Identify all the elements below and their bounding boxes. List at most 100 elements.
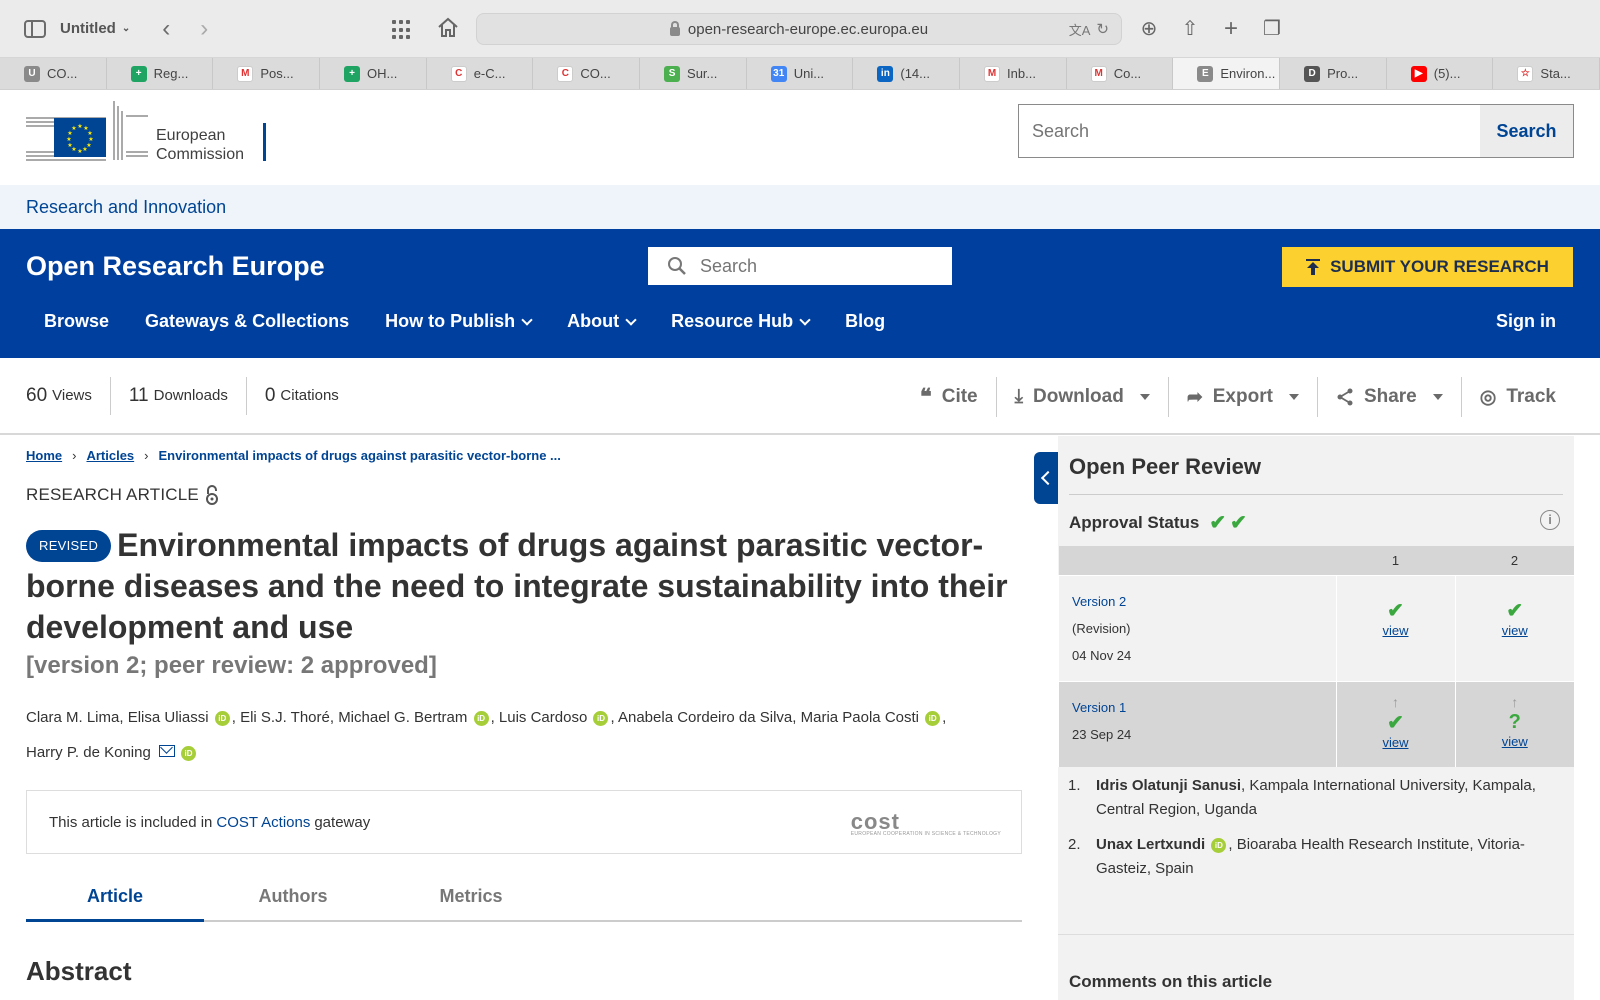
- orcid-icon[interactable]: iD: [214, 711, 230, 726]
- gateway-box: This article is included in COST Actions…: [26, 790, 1022, 854]
- browser-tab[interactable]: S Sur...: [640, 58, 747, 89]
- browser-tab[interactable]: ☆ Sta...: [1493, 58, 1600, 89]
- share-icon[interactable]: ⇧: [1178, 17, 1202, 41]
- orcid-icon[interactable]: iD: [925, 711, 941, 726]
- approval-status: Approval Status ✔ ✔: [1069, 512, 1247, 534]
- window-title[interactable]: Untitled ⌄: [60, 20, 130, 37]
- ec-search-button[interactable]: Search: [1480, 105, 1573, 157]
- tab-metrics[interactable]: Metrics: [382, 874, 560, 920]
- orcid-icon[interactable]: iD: [593, 711, 609, 726]
- chevron-down-icon: ⌄: [121, 23, 131, 34]
- svg-text:★: ★: [66, 136, 71, 143]
- breadcrumb-articles[interactable]: Articles: [86, 448, 134, 463]
- view-report-link[interactable]: view: [1337, 623, 1455, 638]
- collapse-panel-button[interactable]: [1034, 452, 1058, 504]
- ore-search-input[interactable]: [700, 255, 930, 277]
- browser-tab[interactable]: Ce-C...: [427, 58, 534, 89]
- menu-how-to-publish[interactable]: How to Publish: [385, 311, 533, 332]
- browser-tab[interactable]: M Inb...: [960, 58, 1067, 89]
- browser-tab[interactable]: 31 Uni...: [747, 58, 854, 89]
- ore-brand[interactable]: Open Research Europe: [26, 251, 325, 282]
- tab-label: e-C...: [473, 66, 506, 81]
- author-name[interactable]: Maria Paola Costi: [801, 709, 919, 726]
- download-button[interactable]: ⤓ Download: [997, 377, 1169, 417]
- cite-button[interactable]: ❝ Cite: [902, 377, 997, 417]
- address-bar[interactable]: open-research-europe.ec.europa.eu 文A ↻: [476, 13, 1122, 45]
- article-column: Home › Articles › Environmental impacts …: [26, 436, 1022, 987]
- browser-tab[interactable]: C CO...: [533, 58, 641, 89]
- tab-overview-icon[interactable]: ❐: [1260, 17, 1284, 41]
- browser-tab[interactable]: E Environ...: [1173, 58, 1281, 89]
- apps-grid-icon[interactable]: [392, 20, 412, 40]
- menu-blog[interactable]: Blog: [845, 311, 885, 332]
- reviewer-name[interactable]: Idris Olatunji Sanusi: [1096, 777, 1241, 794]
- author-name[interactable]: Michael G. Bertram: [338, 709, 467, 726]
- research-innovation-link[interactable]: Research and Innovation: [26, 197, 226, 218]
- menu-browse[interactable]: Browse: [44, 311, 109, 332]
- author-name[interactable]: Elisa Uliassi: [128, 709, 209, 726]
- views-metric: 60 Views: [0, 376, 111, 415]
- european-commission-logo[interactable]: ★ ★★★★★ ★★★★★★ European Commission: [26, 96, 266, 172]
- sidebar-toggle-icon[interactable]: [24, 19, 46, 38]
- track-button[interactable]: ◎ Track: [1462, 377, 1574, 417]
- author-name[interactable]: Harry P. de Koning: [26, 744, 151, 761]
- author-name[interactable]: Eli S.J. Thoré: [240, 709, 330, 726]
- breadcrumb-current[interactable]: Environmental impacts of drugs against p…: [159, 448, 561, 463]
- share-button[interactable]: Share: [1318, 377, 1462, 417]
- version-cell: Version 2 (Revision) 04 Nov 24: [1058, 574, 1336, 681]
- svg-text:European: European: [156, 127, 225, 144]
- back-arrow-icon[interactable]: ‹: [158, 16, 174, 41]
- question-mark-icon: ?: [1508, 710, 1521, 733]
- author-name[interactable]: Clara M. Lima: [26, 709, 119, 726]
- email-icon[interactable]: [158, 745, 175, 757]
- ore-search-box[interactable]: [648, 247, 952, 285]
- author-name[interactable]: Anabela Cordeiro da Silva: [618, 709, 792, 726]
- cost-logo[interactable]: cost EUROPEAN COOPERATION IN SCIENCE & TE…: [851, 809, 1001, 837]
- author-name[interactable]: Luis Cardoso: [499, 709, 587, 726]
- browser-tab[interactable]: M Co...: [1067, 58, 1174, 89]
- reviewer-number: 1.: [1068, 777, 1081, 794]
- breadcrumb: Home › Articles › Environmental impacts …: [26, 448, 1022, 463]
- browser-tab[interactable]: in (14...: [853, 58, 961, 89]
- browser-tab[interactable]: M Pos...: [213, 58, 321, 89]
- table-header-reviewer-2: 2: [1455, 546, 1574, 575]
- orcid-icon[interactable]: iD: [473, 711, 489, 726]
- orcid-icon[interactable]: iD: [1211, 838, 1227, 853]
- version-2-link[interactable]: Version 2: [1072, 588, 1323, 615]
- new-tab-icon[interactable]: +: [1219, 17, 1243, 41]
- breadcrumb-home[interactable]: Home: [26, 448, 62, 463]
- info-icon[interactable]: i: [1540, 510, 1560, 530]
- browser-tab[interactable]: ▶ (5)...: [1387, 58, 1494, 89]
- divider: [1069, 494, 1563, 495]
- download-icon[interactable]: ⊕: [1137, 17, 1161, 41]
- sign-in-link[interactable]: Sign in: [1496, 311, 1556, 332]
- submit-research-button[interactable]: SUBMIT YOUR RESEARCH: [1282, 247, 1573, 287]
- export-button[interactable]: ➦ Export: [1169, 377, 1318, 417]
- browser-tab[interactable]: + Reg...: [107, 58, 214, 89]
- reload-icon[interactable]: ↻: [1096, 20, 1109, 38]
- tab-favicon-icon: C: [557, 65, 574, 82]
- home-icon[interactable]: [436, 16, 460, 40]
- tab-article[interactable]: Article: [26, 874, 204, 922]
- view-report-link[interactable]: view: [1456, 623, 1575, 638]
- svg-text:★: ★: [77, 123, 82, 130]
- browser-tab[interactable]: + OH...: [320, 58, 427, 89]
- ec-search-input[interactable]: [1019, 105, 1480, 157]
- tab-authors[interactable]: Authors: [204, 874, 382, 920]
- main-content: Home › Articles › Environmental impacts …: [0, 436, 1600, 1000]
- menu-resource-hub[interactable]: Resource Hub: [671, 311, 811, 332]
- view-report-link[interactable]: view: [1337, 735, 1455, 750]
- reviewer-name[interactable]: Unax Lertxundi: [1096, 836, 1205, 853]
- cost-actions-link[interactable]: COST Actions: [216, 814, 310, 831]
- translate-icon[interactable]: 文A: [1069, 20, 1091, 39]
- tab-label: (14...: [900, 66, 930, 81]
- menu-about[interactable]: About: [567, 311, 637, 332]
- svg-text:★: ★: [67, 142, 72, 149]
- menu-gateways-collections[interactable]: Gateways & Collections: [145, 311, 349, 332]
- browser-tab[interactable]: U CO...: [0, 58, 107, 89]
- version-1-link[interactable]: Version 1: [1072, 694, 1323, 721]
- forward-arrow-icon[interactable]: ›: [196, 16, 212, 41]
- browser-tab[interactable]: D Pro...: [1280, 58, 1387, 89]
- orcid-icon[interactable]: iD: [180, 746, 196, 761]
- view-report-link[interactable]: view: [1456, 734, 1575, 749]
